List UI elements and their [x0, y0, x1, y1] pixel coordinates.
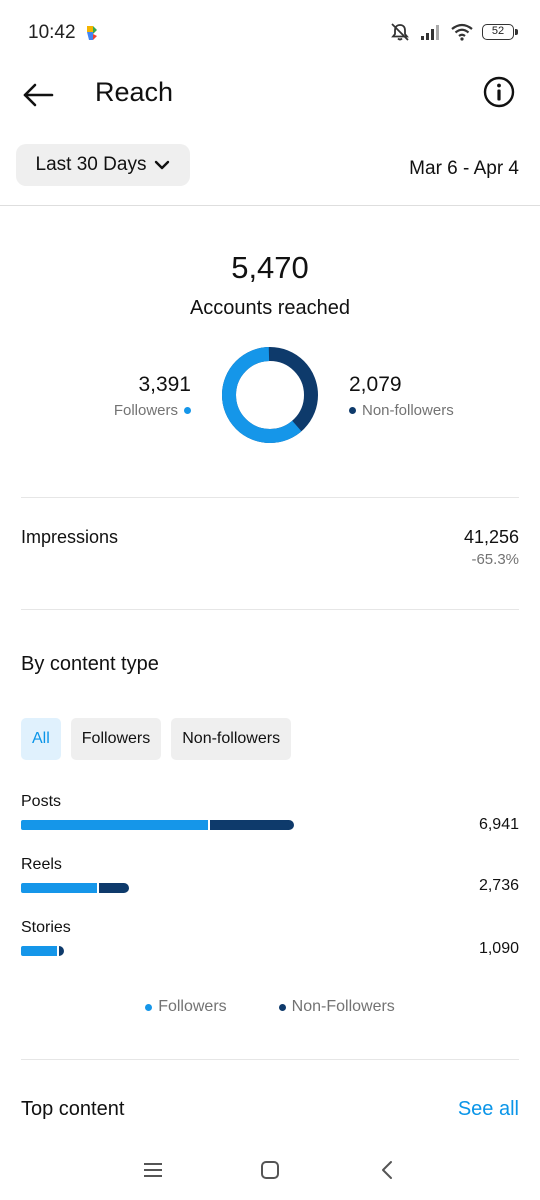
chip-all[interactable]: All	[21, 718, 61, 760]
top-bar: Reach	[0, 70, 540, 120]
content-type-value-reels: 2,736	[478, 877, 519, 894]
chip-followers[interactable]: Followers	[70, 718, 162, 760]
top-content-title: Top content	[21, 1098, 125, 1120]
legend-item-nonfollowers: Non-Followers	[278, 998, 395, 1016]
info-circle-icon[interactable]	[482, 75, 516, 109]
silent-mode-icon	[391, 23, 409, 41]
bar-segment-followers	[21, 883, 97, 893]
home-button[interactable]	[255, 1156, 285, 1184]
date-period-label: Last 30 Days	[35, 154, 147, 175]
chevron-left-icon	[382, 1161, 392, 1179]
nonfollowers-value: 2,079	[349, 373, 402, 396]
system-navigation-bar	[0, 1140, 540, 1200]
impressions-change: -65.3%	[471, 551, 519, 568]
bar-segment-nonfollowers	[59, 946, 64, 956]
chart-legend: Followers Non-Followers	[0, 998, 540, 1016]
content-type-filter-chips: All Followers Non-followers	[21, 718, 292, 760]
app-notification-icon	[87, 26, 97, 40]
nonfollowers-label: Non-followers	[362, 402, 454, 419]
recent-apps-button[interactable]	[138, 1156, 168, 1184]
chip-nonfollowers[interactable]: Non-followers	[171, 718, 292, 760]
legend-item-followers: Followers	[145, 998, 227, 1016]
wifi-icon	[451, 23, 473, 41]
followers-value: 3,391	[138, 373, 191, 396]
status-time: 10:42	[28, 22, 76, 43]
followers-stat: 3,391 Followers	[114, 373, 191, 419]
content-type-label-posts: Posts	[21, 793, 62, 810]
content-type-value-stories: 1,090	[478, 940, 519, 957]
reach-donut-chart	[222, 347, 318, 443]
signal-icon	[421, 25, 439, 40]
bar-segment-nonfollowers	[210, 820, 294, 830]
divider	[21, 497, 519, 498]
divider	[0, 205, 540, 206]
content-type-bar-posts	[21, 820, 294, 830]
content-type-title: By content type	[21, 653, 159, 675]
status-bar: 10:42 52	[0, 0, 540, 70]
content-type-label-stories: Stories	[21, 919, 71, 936]
bar-segment-nonfollowers	[99, 883, 129, 893]
followers-dot-icon	[145, 1003, 153, 1011]
impressions-value: 41,256	[463, 527, 519, 547]
bar-segment-followers	[21, 946, 57, 956]
content-type-label-reels: Reels	[21, 856, 62, 873]
chevron-down-icon	[155, 160, 170, 170]
accounts-reached-label: Accounts reached	[189, 297, 351, 319]
status-icons: 52	[389, 22, 518, 42]
page-title: Reach	[95, 77, 174, 107]
nonfollowers-dot-icon	[278, 1003, 286, 1011]
accounts-reached-value: 5,470	[231, 250, 309, 285]
arrow-left-icon	[23, 83, 54, 107]
content-type-value-posts: 6,941	[478, 816, 519, 833]
bar-segment-followers	[21, 820, 208, 830]
menu-icon	[144, 1163, 162, 1177]
followers-label: Followers	[113, 402, 178, 419]
impressions-label: Impressions	[21, 527, 119, 547]
followers-dot-icon	[184, 407, 191, 414]
filter-row: Last 30 Days Mar 6 - Apr 4	[0, 144, 540, 188]
home-square-icon	[261, 1161, 279, 1179]
nonfollowers-dot-icon	[349, 407, 356, 414]
content-type-bar-reels	[21, 883, 129, 893]
nav-back-button[interactable]	[372, 1156, 402, 1184]
legend-label-followers: Followers	[158, 998, 227, 1015]
battery-indicator: 52	[482, 24, 518, 40]
divider	[21, 609, 519, 610]
date-period-dropdown[interactable]: Last 30 Days	[16, 144, 190, 186]
see-all-link[interactable]: See all	[458, 1098, 519, 1121]
nonfollowers-stat: 2,079 Non-followers	[349, 373, 454, 419]
divider	[21, 1059, 519, 1060]
back-button[interactable]	[18, 78, 58, 112]
legend-label-nonfollowers: Non-Followers	[291, 998, 395, 1015]
date-range: Mar 6 - Apr 4	[409, 158, 519, 179]
content-type-bar-stories	[21, 946, 64, 956]
